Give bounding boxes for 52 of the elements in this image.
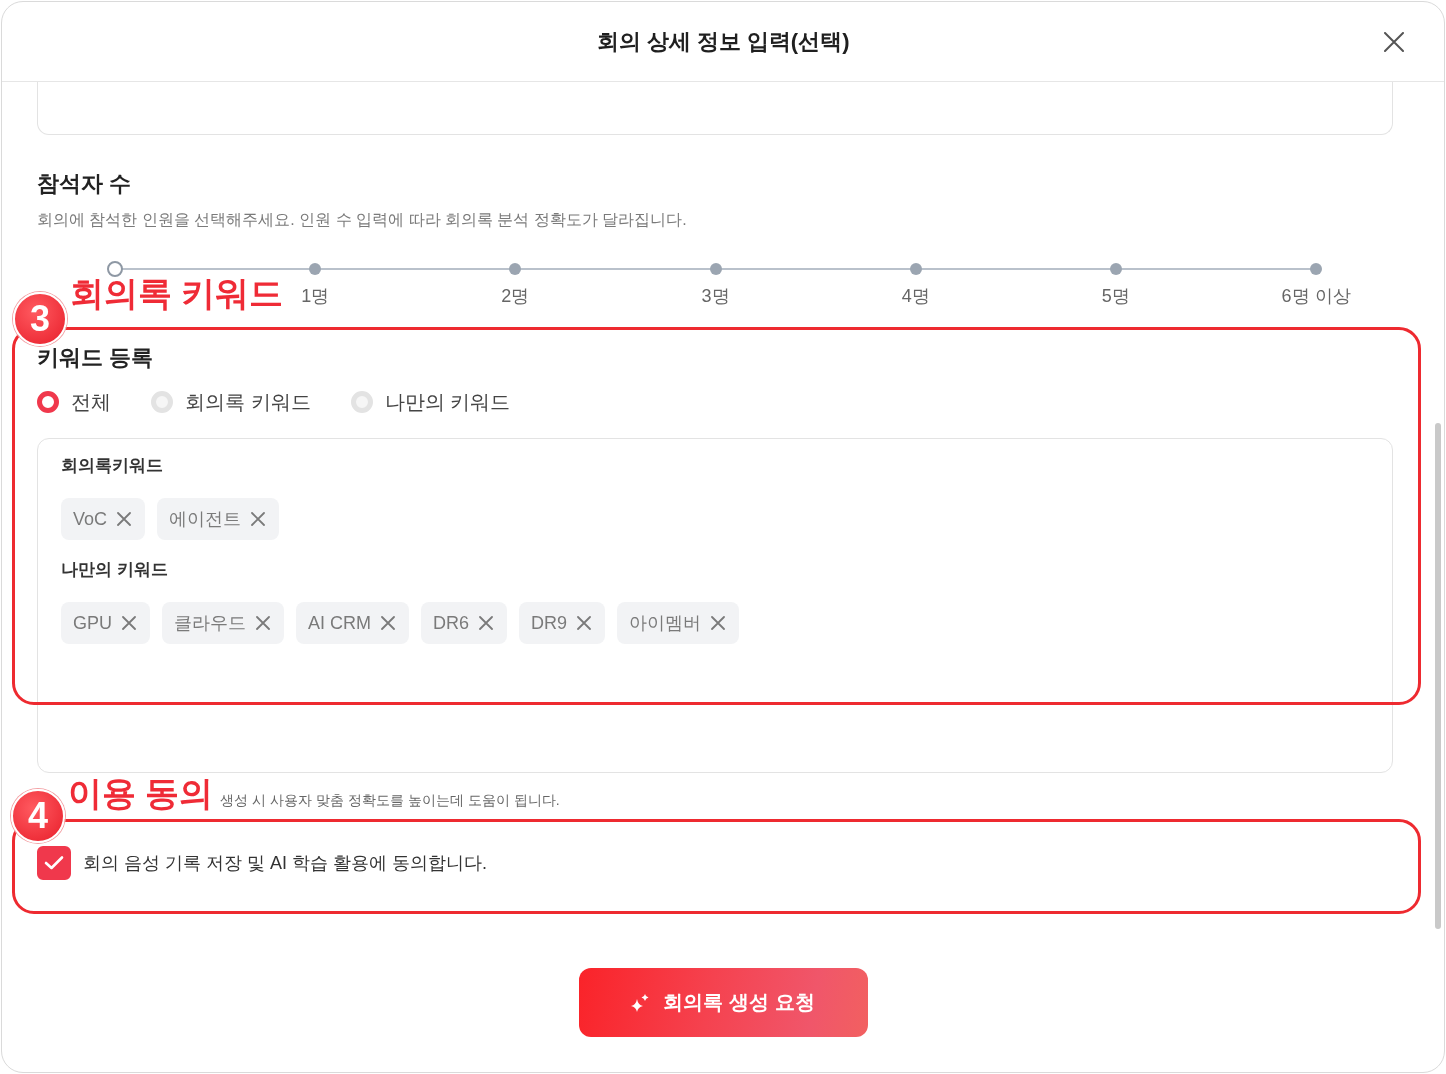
keyword-text: 클라우드 [174,612,246,635]
step-label: 1명 [301,285,330,308]
scrollbar-thumb[interactable] [1435,423,1441,929]
section-title: 참석자 수 [37,171,133,197]
remove-icon[interactable] [256,616,270,630]
section-description: 회의에 참석한 인원을 선택해주세요. 인원 수 입력에 따라 회의록 분석 정확도가 달라집니다. [37,210,688,230]
close-button[interactable] [1383,30,1405,53]
radio-option[interactable]: 전체 [37,388,111,416]
remove-icon[interactable] [479,616,494,630]
keyword-group-title: 나만의 키워드 [61,559,169,581]
keyword-text: AI CRM [308,612,371,634]
remove-icon[interactable] [117,512,132,526]
sparkle-icon [631,993,650,1012]
slider-thumb[interactable] [107,261,123,277]
step-dot-icon [709,263,722,275]
remove-icon[interactable] [122,616,136,630]
radio-option[interactable]: 나만의 키워드 [350,388,511,416]
section-title: 키워드 등록 [37,344,155,372]
step-label: 4명 [901,285,930,308]
annotation-label: 회의록 키워드 [70,273,284,313]
keyword-text: VoC [73,508,108,530]
keyword-text: DR9 [531,612,568,634]
step-label: 5명 [1101,285,1130,308]
keyword-text: 에이전트 [169,508,242,531]
keyword-text: 아이멤버 [629,612,702,635]
radio-option[interactable]: 회의록 키워드 [151,388,311,416]
annotation-number: 3 [13,292,67,346]
remove-icon[interactable] [711,616,726,630]
dialog-title: 회의 상세 정보 입력(선택) [596,27,850,56]
remove-icon[interactable] [577,616,592,630]
keyword-text: DR6 [433,612,470,634]
step-dot-icon [509,263,522,275]
step-dot-icon [1310,263,1322,275]
step-label: 6명 이상 [1281,285,1351,308]
step-label: 2명 [501,285,530,308]
step-label: 3명 [701,285,730,308]
keyword-group-title: 회의록키워드 [61,455,164,477]
step-dot-icon [1109,263,1122,275]
create-minutes-button[interactable]: 회의록 생성 요청 [578,968,868,1037]
checkbox[interactable] [37,846,71,880]
keyword-text: GPU [73,612,112,634]
text-area-field[interactable] [37,82,1393,135]
annotation-number: 4 [11,789,65,843]
step-dot-icon [309,263,322,275]
close-icon [1384,31,1404,52]
remove-icon[interactable] [381,616,395,630]
consent-label: 회의 음성 기록 저장 및 AI 학습 활용에 동의합니다. [83,852,487,875]
annotation-label: 이용 동의 [68,773,214,813]
remove-icon[interactable] [251,512,266,526]
step-dot-icon [909,263,922,275]
hint-text: 생성 시 사용자 맞춤 정확도를 높이는데 도움이 됩니다. [220,792,560,810]
check-icon [44,855,64,871]
